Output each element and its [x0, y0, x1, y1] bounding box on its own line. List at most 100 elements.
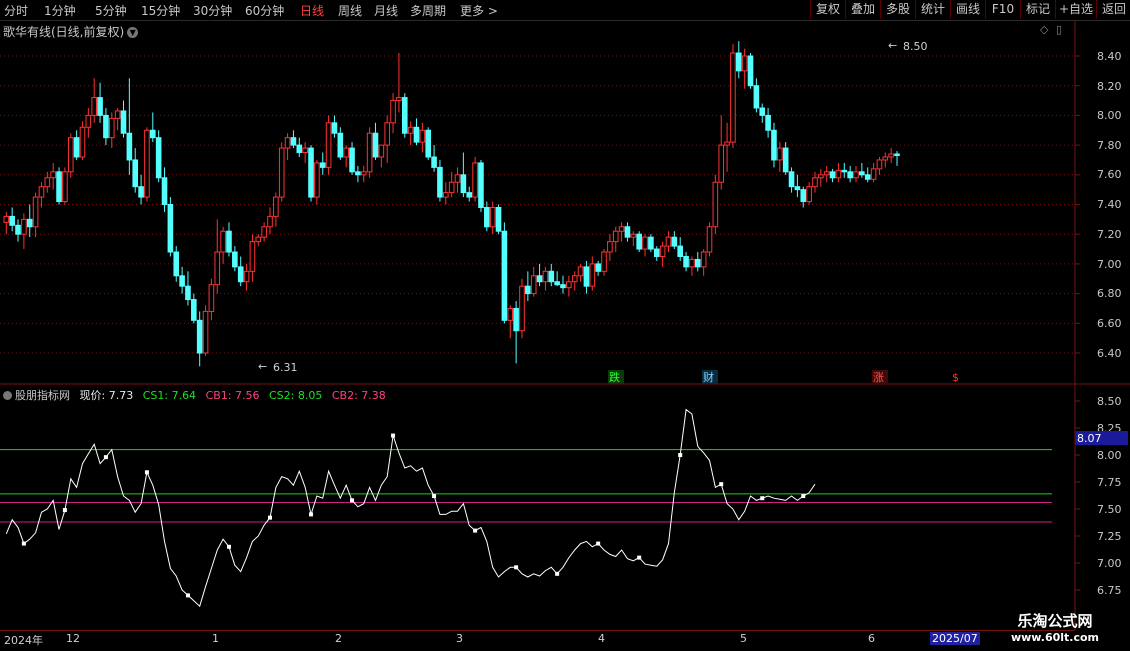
candle-body — [390, 100, 396, 124]
date-label: 1 — [212, 632, 219, 645]
candle-body — [853, 171, 859, 179]
candle-body — [437, 166, 443, 198]
event-marker-finance[interactable]: 财 — [703, 370, 714, 384]
indicator-grid — [1075, 400, 1080, 591]
candle-body — [571, 275, 578, 283]
price-line-marker — [760, 496, 765, 501]
candle-body — [237, 266, 244, 283]
chevron-down-icon[interactable] — [3, 391, 12, 400]
candle-body — [290, 137, 297, 146]
candle-body — [419, 129, 426, 143]
candle-body — [44, 177, 51, 188]
legend-now: 现价: 7.73 — [79, 389, 134, 402]
candle-body — [372, 132, 379, 158]
candle-body — [273, 196, 279, 217]
price-tick: 6.40 — [1097, 347, 1122, 360]
price-tick: 8.20 — [1097, 80, 1122, 93]
date-label: 12 — [66, 632, 80, 645]
candle-body — [759, 107, 766, 116]
candle-body — [155, 137, 162, 179]
chart-canvas[interactable]: 8.40 8.20 8.00 7.80 7.60 7.40 7.20 7.00 … — [0, 0, 1130, 650]
event-marker-dividend[interactable]: $ — [952, 371, 959, 384]
candle-body — [566, 281, 572, 289]
low-marker-arrow: ← — [258, 360, 267, 373]
price-line-marker — [473, 528, 478, 533]
candle-body — [841, 169, 848, 173]
candle-body — [478, 162, 484, 208]
candle-body — [179, 275, 185, 287]
candle-body — [718, 144, 725, 183]
event-marker-rise[interactable]: 涨 — [873, 371, 884, 384]
candle-body — [67, 137, 74, 173]
indicator-tick: 8.50 — [1097, 395, 1122, 408]
candle-body — [659, 245, 666, 257]
candle-body — [489, 206, 496, 228]
candle-body — [859, 171, 865, 176]
candle-body — [384, 122, 390, 146]
candle-body — [378, 144, 385, 158]
event-marker-fall[interactable]: 跌 — [609, 370, 620, 384]
candle-body — [126, 132, 133, 161]
candle-body — [196, 319, 203, 354]
candle-body — [249, 241, 256, 272]
candle-body — [829, 171, 836, 179]
price-line-marker — [555, 571, 560, 576]
date-label: 4 — [598, 632, 605, 645]
candle-body — [525, 285, 531, 295]
candle-body — [226, 230, 232, 253]
candle-body — [894, 153, 900, 156]
price-line-marker — [637, 555, 642, 560]
candle-body — [208, 284, 215, 312]
indicator-tick: 7.50 — [1097, 503, 1122, 516]
candle-body — [255, 236, 262, 243]
price-line-marker — [391, 433, 396, 438]
price-line-marker — [514, 565, 519, 570]
indicator-name: 股朋指标网 — [15, 389, 70, 402]
candle-body — [788, 171, 795, 188]
candle-body — [425, 129, 432, 158]
watermark-title: 乐淘公式网 — [1017, 612, 1093, 630]
date-label: 6 — [868, 632, 875, 645]
date-axis — [0, 630, 1075, 651]
candlestick-series — [3, 41, 900, 367]
price-line-marker — [268, 515, 272, 520]
candle-body — [823, 171, 830, 176]
candle-body — [15, 224, 21, 235]
candle-body — [337, 132, 344, 158]
candle-body — [888, 153, 894, 158]
candle-body — [360, 171, 367, 176]
candle-body — [79, 126, 86, 158]
candle-body — [232, 251, 238, 268]
candle-body — [3, 215, 10, 223]
candle-body — [161, 177, 168, 206]
candle-body — [314, 162, 320, 198]
candle-body — [736, 52, 742, 72]
price-line-marker — [226, 544, 231, 549]
price-tick: 8.00 — [1097, 109, 1122, 122]
candle-body — [513, 307, 519, 332]
price-line-marker — [62, 508, 67, 513]
candle-body — [267, 215, 273, 228]
indicator-lines — [0, 408, 1052, 608]
date-label: 2024年 — [4, 634, 43, 647]
candle-body — [472, 162, 478, 198]
candle-body — [595, 263, 601, 272]
price-line-marker — [309, 512, 314, 517]
candle-body — [794, 186, 801, 191]
candle-body — [501, 230, 508, 321]
candle-body — [876, 159, 883, 170]
candle-body — [401, 97, 408, 134]
candle-body — [812, 177, 818, 188]
candle-body — [173, 251, 180, 277]
candle-body — [724, 141, 730, 146]
candle-body — [132, 159, 139, 188]
price-line-marker — [719, 482, 724, 487]
candle-body — [771, 129, 777, 161]
candle-body — [882, 156, 889, 161]
candle-body — [577, 266, 584, 277]
candle-body — [519, 285, 525, 332]
candle-body — [700, 251, 707, 268]
candle-body — [747, 55, 754, 87]
candle-body — [589, 263, 596, 287]
candle-body — [712, 181, 719, 228]
